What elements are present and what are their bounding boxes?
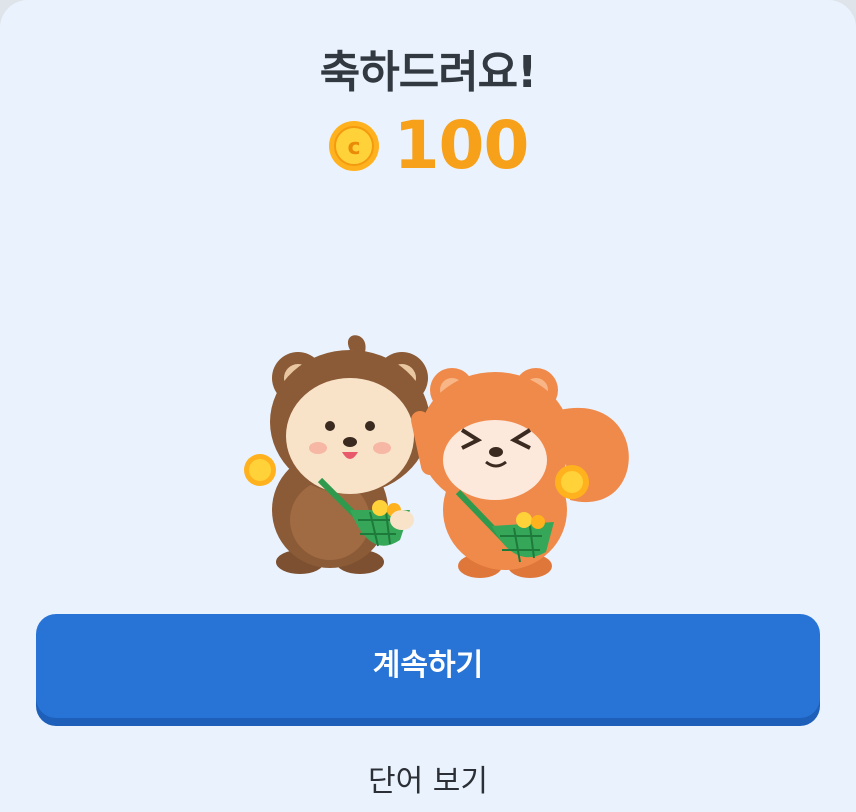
svg-text:c: c (347, 135, 360, 160)
mascots-illustration (244, 335, 629, 578)
reward-dialog: 축하드려요! c 100 계속하기 단어 보기 (0, 0, 856, 812)
squirrel-mascot (411, 368, 629, 578)
dialog-title: 축하드려요! (319, 47, 537, 98)
reward-amount: 100 (393, 107, 530, 184)
monkey-mascot (244, 335, 430, 574)
reward-display: c 100 (0, 110, 856, 182)
view-words-link[interactable]: 단어 보기 (0, 756, 856, 800)
continue-button[interactable]: 계속하기 (36, 614, 820, 718)
coin-icon: c (328, 121, 379, 171)
